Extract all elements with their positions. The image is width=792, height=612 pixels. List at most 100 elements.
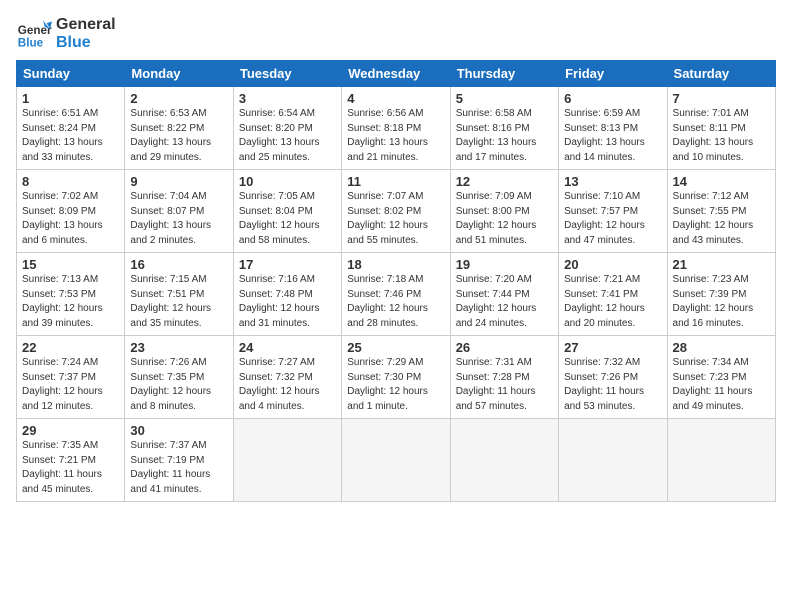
day-number: 4 (347, 91, 444, 106)
calendar-cell: 8Sunrise: 7:02 AM Sunset: 8:09 PM Daylig… (17, 170, 125, 253)
day-info: Sunrise: 7:05 AM Sunset: 8:04 PM Dayligh… (239, 190, 336, 248)
calendar-cell: 2Sunrise: 6:53 AM Sunset: 8:22 PM Daylig… (125, 87, 233, 170)
day-number: 15 (22, 257, 119, 272)
logo-blue: Blue (56, 34, 116, 52)
day-info: Sunrise: 7:35 AM Sunset: 7:21 PM Dayligh… (22, 439, 119, 497)
calendar-cell: 22Sunrise: 7:24 AM Sunset: 7:37 PM Dayli… (17, 336, 125, 419)
weekday-header-row: SundayMondayTuesdayWednesdayThursdayFrid… (17, 61, 776, 87)
day-info: Sunrise: 7:27 AM Sunset: 7:32 PM Dayligh… (239, 356, 336, 414)
day-number: 1 (22, 91, 119, 106)
calendar-cell: 10Sunrise: 7:05 AM Sunset: 8:04 PM Dayli… (233, 170, 341, 253)
calendar-cell: 19Sunrise: 7:20 AM Sunset: 7:44 PM Dayli… (450, 253, 558, 336)
calendar-cell: 24Sunrise: 7:27 AM Sunset: 7:32 PM Dayli… (233, 336, 341, 419)
day-info: Sunrise: 7:07 AM Sunset: 8:02 PM Dayligh… (347, 190, 444, 248)
weekday-header-saturday: Saturday (667, 61, 775, 87)
calendar-cell: 27Sunrise: 7:32 AM Sunset: 7:26 PM Dayli… (559, 336, 667, 419)
day-info: Sunrise: 7:09 AM Sunset: 8:00 PM Dayligh… (456, 190, 553, 248)
weekday-header-tuesday: Tuesday (233, 61, 341, 87)
day-number: 8 (22, 174, 119, 189)
day-info: Sunrise: 6:54 AM Sunset: 8:20 PM Dayligh… (239, 107, 336, 165)
calendar-cell: 15Sunrise: 7:13 AM Sunset: 7:53 PM Dayli… (17, 253, 125, 336)
calendar-cell: 16Sunrise: 7:15 AM Sunset: 7:51 PM Dayli… (125, 253, 233, 336)
logo: General Blue General Blue (16, 16, 116, 52)
weekday-header-friday: Friday (559, 61, 667, 87)
calendar-cell: 5Sunrise: 6:58 AM Sunset: 8:16 PM Daylig… (450, 87, 558, 170)
day-info: Sunrise: 7:10 AM Sunset: 7:57 PM Dayligh… (564, 190, 661, 248)
day-number: 14 (673, 174, 770, 189)
calendar-cell: 4Sunrise: 6:56 AM Sunset: 8:18 PM Daylig… (342, 87, 450, 170)
day-number: 24 (239, 340, 336, 355)
day-info: Sunrise: 7:15 AM Sunset: 7:51 PM Dayligh… (130, 273, 227, 331)
day-info: Sunrise: 7:04 AM Sunset: 8:07 PM Dayligh… (130, 190, 227, 248)
calendar-week-3: 15Sunrise: 7:13 AM Sunset: 7:53 PM Dayli… (17, 253, 776, 336)
day-number: 18 (347, 257, 444, 272)
day-number: 10 (239, 174, 336, 189)
day-number: 23 (130, 340, 227, 355)
calendar-cell (342, 419, 450, 502)
day-info: Sunrise: 7:01 AM Sunset: 8:11 PM Dayligh… (673, 107, 770, 165)
day-info: Sunrise: 6:58 AM Sunset: 8:16 PM Dayligh… (456, 107, 553, 165)
weekday-header-monday: Monday (125, 61, 233, 87)
day-number: 3 (239, 91, 336, 106)
day-number: 5 (456, 91, 553, 106)
day-number: 26 (456, 340, 553, 355)
day-number: 2 (130, 91, 227, 106)
weekday-header-sunday: Sunday (17, 61, 125, 87)
day-number: 17 (239, 257, 336, 272)
calendar-cell: 29Sunrise: 7:35 AM Sunset: 7:21 PM Dayli… (17, 419, 125, 502)
day-number: 6 (564, 91, 661, 106)
calendar-cell: 13Sunrise: 7:10 AM Sunset: 7:57 PM Dayli… (559, 170, 667, 253)
day-info: Sunrise: 7:02 AM Sunset: 8:09 PM Dayligh… (22, 190, 119, 248)
calendar-week-1: 1Sunrise: 6:51 AM Sunset: 8:24 PM Daylig… (17, 87, 776, 170)
calendar-cell: 7Sunrise: 7:01 AM Sunset: 8:11 PM Daylig… (667, 87, 775, 170)
svg-text:Blue: Blue (18, 37, 44, 50)
day-info: Sunrise: 7:13 AM Sunset: 7:53 PM Dayligh… (22, 273, 119, 331)
calendar-cell: 12Sunrise: 7:09 AM Sunset: 8:00 PM Dayli… (450, 170, 558, 253)
day-info: Sunrise: 7:16 AM Sunset: 7:48 PM Dayligh… (239, 273, 336, 331)
day-info: Sunrise: 7:32 AM Sunset: 7:26 PM Dayligh… (564, 356, 661, 414)
day-number: 7 (673, 91, 770, 106)
calendar-cell: 6Sunrise: 6:59 AM Sunset: 8:13 PM Daylig… (559, 87, 667, 170)
calendar-cell: 18Sunrise: 7:18 AM Sunset: 7:46 PM Dayli… (342, 253, 450, 336)
day-info: Sunrise: 7:34 AM Sunset: 7:23 PM Dayligh… (673, 356, 770, 414)
day-info: Sunrise: 6:51 AM Sunset: 8:24 PM Dayligh… (22, 107, 119, 165)
calendar-cell: 28Sunrise: 7:34 AM Sunset: 7:23 PM Dayli… (667, 336, 775, 419)
day-number: 19 (456, 257, 553, 272)
day-info: Sunrise: 6:53 AM Sunset: 8:22 PM Dayligh… (130, 107, 227, 165)
day-number: 20 (564, 257, 661, 272)
day-number: 21 (673, 257, 770, 272)
day-info: Sunrise: 7:31 AM Sunset: 7:28 PM Dayligh… (456, 356, 553, 414)
day-number: 22 (22, 340, 119, 355)
calendar-week-4: 22Sunrise: 7:24 AM Sunset: 7:37 PM Dayli… (17, 336, 776, 419)
calendar-cell: 21Sunrise: 7:23 AM Sunset: 7:39 PM Dayli… (667, 253, 775, 336)
calendar-cell: 1Sunrise: 6:51 AM Sunset: 8:24 PM Daylig… (17, 87, 125, 170)
day-number: 9 (130, 174, 227, 189)
calendar-week-5: 29Sunrise: 7:35 AM Sunset: 7:21 PM Dayli… (17, 419, 776, 502)
calendar-cell: 17Sunrise: 7:16 AM Sunset: 7:48 PM Dayli… (233, 253, 341, 336)
weekday-header-thursday: Thursday (450, 61, 558, 87)
day-info: Sunrise: 7:18 AM Sunset: 7:46 PM Dayligh… (347, 273, 444, 331)
day-number: 13 (564, 174, 661, 189)
calendar-cell: 20Sunrise: 7:21 AM Sunset: 7:41 PM Dayli… (559, 253, 667, 336)
calendar-cell: 3Sunrise: 6:54 AM Sunset: 8:20 PM Daylig… (233, 87, 341, 170)
day-info: Sunrise: 7:20 AM Sunset: 7:44 PM Dayligh… (456, 273, 553, 331)
calendar-week-2: 8Sunrise: 7:02 AM Sunset: 8:09 PM Daylig… (17, 170, 776, 253)
calendar-cell (450, 419, 558, 502)
day-info: Sunrise: 6:56 AM Sunset: 8:18 PM Dayligh… (347, 107, 444, 165)
calendar-cell (667, 419, 775, 502)
logo-general: General (56, 16, 116, 34)
day-number: 29 (22, 423, 119, 438)
day-info: Sunrise: 6:59 AM Sunset: 8:13 PM Dayligh… (564, 107, 661, 165)
calendar-cell: 23Sunrise: 7:26 AM Sunset: 7:35 PM Dayli… (125, 336, 233, 419)
day-number: 30 (130, 423, 227, 438)
calendar-cell: 11Sunrise: 7:07 AM Sunset: 8:02 PM Dayli… (342, 170, 450, 253)
weekday-header-wednesday: Wednesday (342, 61, 450, 87)
calendar-cell: 9Sunrise: 7:04 AM Sunset: 8:07 PM Daylig… (125, 170, 233, 253)
day-number: 25 (347, 340, 444, 355)
day-number: 27 (564, 340, 661, 355)
calendar-cell (559, 419, 667, 502)
day-number: 11 (347, 174, 444, 189)
day-info: Sunrise: 7:24 AM Sunset: 7:37 PM Dayligh… (22, 356, 119, 414)
day-number: 12 (456, 174, 553, 189)
calendar-table: SundayMondayTuesdayWednesdayThursdayFrid… (16, 60, 776, 502)
